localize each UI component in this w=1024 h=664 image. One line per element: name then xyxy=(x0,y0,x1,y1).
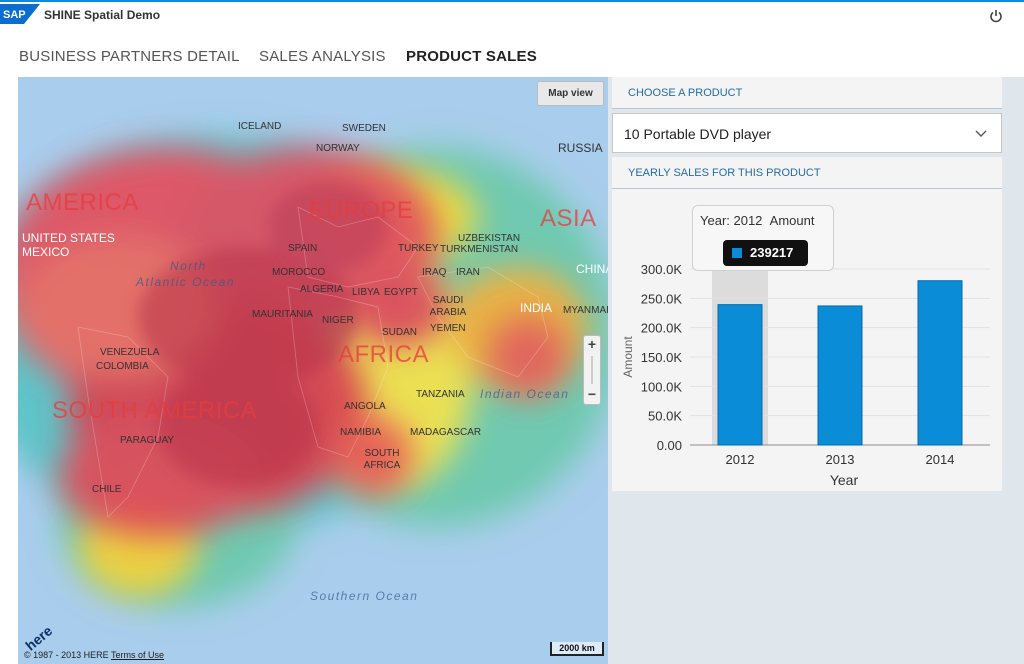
y-tick-label: 100.0K xyxy=(641,379,683,394)
country-label: YEMEN xyxy=(430,323,466,334)
tab-business-partners-detail[interactable]: BUSINESS PARTNERS DETAIL xyxy=(19,48,240,65)
country-label: SWEDEN xyxy=(342,123,386,134)
tooltip-title: Year: 2012 Amount xyxy=(700,213,814,228)
y-tick-label: 150.0K xyxy=(641,350,683,365)
right-panel: CHOOSE A PRODUCT 10 Portable DVD player … xyxy=(612,77,1024,664)
tooltip-swatch xyxy=(732,248,742,258)
x-tick-label: 2012 xyxy=(726,452,755,467)
ocean-label-southern: Southern Ocean xyxy=(310,589,419,603)
country-label: ALGERIA xyxy=(300,284,344,295)
tooltip-year: Year: 2012 xyxy=(700,213,763,228)
zoom-out-button[interactable]: − xyxy=(584,386,600,402)
country-label: UZBEKISTAN xyxy=(458,233,521,244)
chevron-down-icon[interactable] xyxy=(975,127,987,139)
tab-bar: BUSINESS PARTNERS DETAIL SALES ANALYSIS … xyxy=(0,40,1024,76)
country-label: MEXICO xyxy=(22,245,70,259)
zoom-slider-track[interactable] xyxy=(591,356,593,384)
country-label: IRAQ xyxy=(422,267,447,278)
app-title: SHINE Spatial Demo xyxy=(44,8,161,22)
sap-logo: SAP xyxy=(0,4,40,24)
zoom-control: + − xyxy=(583,335,601,405)
country-label: NIGER xyxy=(322,315,354,326)
y-tick-label: 50.0K xyxy=(648,409,682,424)
country-label: TANZANIA xyxy=(416,389,465,400)
sales-section-header: YEARLY SALES FOR THIS PRODUCT xyxy=(612,157,1002,189)
ocean-label-north-atlantic: North xyxy=(170,259,207,273)
terms-of-use-link[interactable]: Terms of Use xyxy=(111,650,164,660)
country-label: CHINA xyxy=(576,262,608,276)
country-label: TURKMENISTAN xyxy=(440,244,519,255)
product-select-value: 10 Portable DVD player xyxy=(624,126,772,142)
country-label: MAURITANIA xyxy=(252,309,313,320)
country-label: MOROCCO xyxy=(272,267,326,278)
product-section-title: CHOOSE A PRODUCT xyxy=(628,87,743,99)
country-label: VENEZUELA xyxy=(100,347,160,358)
continent-label-africa: AFRICA xyxy=(338,341,430,368)
continent-label-asia: ASIA xyxy=(540,205,597,232)
country-label: SOUTH AFRICA xyxy=(363,448,401,471)
bar-2014 xyxy=(917,280,963,446)
country-label: INDIA xyxy=(520,301,553,315)
country-label: MADAGASCAR xyxy=(410,427,482,438)
country-label: PARAGUAY xyxy=(120,435,175,446)
y-tick-label: 0.00 xyxy=(657,438,682,453)
power-icon[interactable] xyxy=(988,8,1004,24)
country-label: TURKEY xyxy=(398,243,439,254)
y-tick-label: 200.0K xyxy=(641,321,683,336)
sap-logo-text: SAP xyxy=(3,9,26,21)
y-axis-title: Amount xyxy=(621,336,635,378)
product-section-header: CHOOSE A PRODUCT xyxy=(612,77,1002,109)
country-label: EGYPT xyxy=(384,287,418,298)
country-label: SAUDI ARABIA xyxy=(429,295,467,318)
tooltip-value: 239217 xyxy=(750,245,794,260)
continent-label-america: AMERICA xyxy=(26,189,139,216)
ocean-label-atlantic: Atlantic Ocean xyxy=(136,275,236,289)
country-label: RUSSIA xyxy=(558,141,603,155)
tab-product-sales[interactable]: PRODUCT SALES xyxy=(406,48,537,65)
zoom-in-button[interactable]: + xyxy=(584,336,600,352)
bar-2012 xyxy=(717,304,763,446)
tooltip-value-badge: 239217 xyxy=(723,240,808,266)
chart-tooltip: Year: 2012 Amount 239217 xyxy=(692,205,834,271)
sales-section-title: YEARLY SALES FOR THIS PRODUCT xyxy=(628,167,821,179)
y-tick-label: 300.0K xyxy=(641,262,683,277)
bar-2013 xyxy=(817,305,863,446)
country-label: CHILE xyxy=(92,484,122,495)
x-axis-title: Year xyxy=(830,472,859,488)
map-scale-bar: 2000 km xyxy=(550,642,604,656)
continent-label-south-america: SOUTH AMERICA xyxy=(52,397,258,424)
country-label: NORWAY xyxy=(316,143,360,154)
yearly-sales-chart: 0.00 50.0K 100.0K 150.0K 200.0K 250.0K 300.0K 2… xyxy=(612,189,1002,491)
x-tick-label: 2014 xyxy=(926,452,955,467)
shell-header: SAP SHINE Spatial Demo xyxy=(0,2,1024,28)
map-view-button[interactable]: Map view xyxy=(537,81,604,106)
country-label: NAMIBIA xyxy=(340,427,382,438)
country-label: ICELAND xyxy=(238,121,282,132)
tooltip-measure: Amount xyxy=(769,213,815,228)
product-select[interactable]: 10 Portable DVD player xyxy=(612,113,1002,153)
country-label: UNITED STATES xyxy=(22,231,115,245)
country-label: LIBYA xyxy=(352,287,380,298)
country-label: SUDAN xyxy=(382,327,418,338)
heatmap-map[interactable]: AMERICA EUROPE ASIA AFRICA SOUTH AMERICA… xyxy=(18,77,608,664)
country-label: SPAIN xyxy=(288,243,318,254)
continent-label-europe: EUROPE xyxy=(309,197,414,224)
ocean-label-indian: Indian Ocean xyxy=(480,387,570,401)
country-label: ANGOLA xyxy=(344,401,386,412)
tab-sales-analysis[interactable]: SALES ANALYSIS xyxy=(259,48,386,65)
copyright-text: © 1987 - 2013 HERE xyxy=(24,650,109,660)
country-label: MYANMAR xyxy=(563,305,608,316)
y-tick-label: 250.0K xyxy=(641,291,683,306)
country-label: IRAN xyxy=(456,267,480,278)
x-tick-label: 2013 xyxy=(826,452,855,467)
country-label: COLOMBIA xyxy=(96,361,149,372)
map-copyright: © 1987 - 2013 HERE Terms of Use xyxy=(24,650,164,660)
